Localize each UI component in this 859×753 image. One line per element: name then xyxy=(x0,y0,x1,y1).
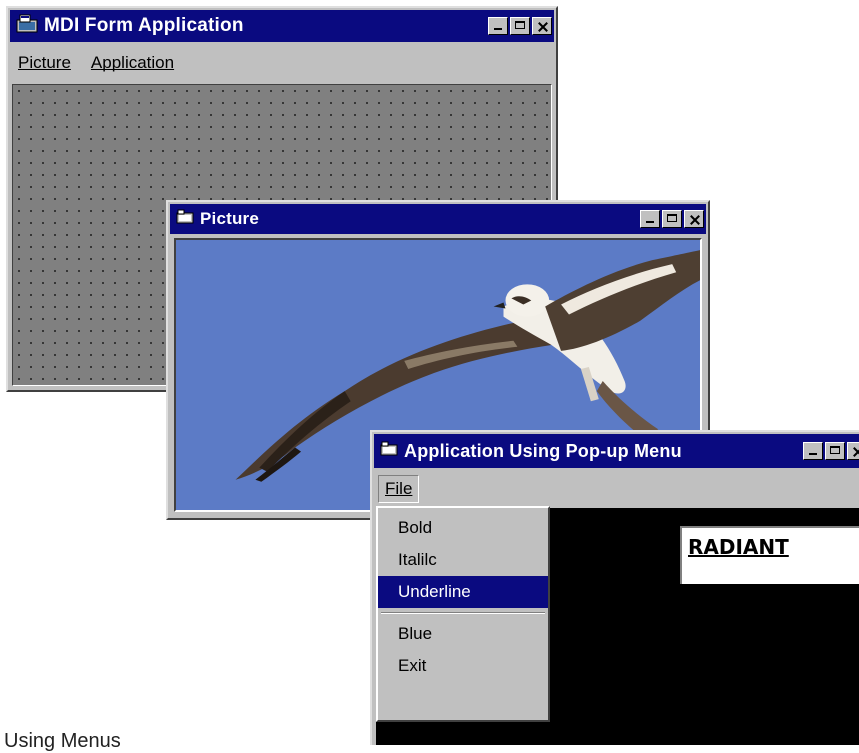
popup-app-title-bar[interactable]: Application Using Pop-up Menu xyxy=(374,434,859,468)
minimize-icon[interactable] xyxy=(488,17,508,35)
menu-file-label: File xyxy=(385,479,413,498)
menu-picture-label: Picture xyxy=(18,53,71,72)
close-icon[interactable] xyxy=(684,210,704,228)
mdi-window-controls xyxy=(486,10,552,42)
close-icon[interactable] xyxy=(847,442,859,460)
picture-title: Picture xyxy=(200,209,260,228)
menu-separator xyxy=(381,612,545,614)
radiant-text: RADIANT xyxy=(688,535,789,559)
mdi-title-bar[interactable]: MDI Form Application xyxy=(10,10,554,42)
popup-app-menu-bar: File xyxy=(374,472,859,506)
menu-item-exit[interactable]: Exit xyxy=(378,650,548,682)
maximize-icon[interactable] xyxy=(825,442,845,460)
minimize-icon[interactable] xyxy=(803,442,823,460)
caption-text: Using Menus xyxy=(4,730,121,752)
mdi-title: MDI Form Application xyxy=(44,15,244,36)
menu-item-underline[interactable]: Underline xyxy=(378,576,548,608)
menu-picture[interactable]: Picture xyxy=(10,51,79,75)
popup-app-title: Application Using Pop-up Menu xyxy=(404,440,682,461)
menu-item-blue-label: Blue xyxy=(398,624,433,643)
popup-app-window-controls xyxy=(801,434,859,468)
file-popup-menu: Bold Italilc Underline Blue Exit xyxy=(376,506,550,722)
menu-item-exit-label: Exit xyxy=(398,656,427,675)
menu-item-bold-label: Bold xyxy=(398,518,433,537)
child-window-icon xyxy=(380,441,398,462)
mdi-menu-bar: Picture Application xyxy=(10,46,554,80)
close-icon[interactable] xyxy=(532,17,552,35)
menu-application[interactable]: Application xyxy=(79,51,182,75)
picture-window-controls xyxy=(638,204,704,234)
menu-item-bold[interactable]: Bold xyxy=(378,512,548,544)
maximize-icon[interactable] xyxy=(510,17,530,35)
radiant-label-box: RADIANT xyxy=(680,526,859,584)
app-icon xyxy=(16,14,38,39)
menu-file[interactable]: File xyxy=(378,475,420,503)
menu-item-underline-label: Underline xyxy=(398,582,471,601)
menu-item-blue[interactable]: Blue xyxy=(378,618,548,650)
menu-item-italic-label: Italilc xyxy=(398,550,437,569)
picture-title-bar[interactable]: Picture xyxy=(170,204,706,234)
menu-application-label: Application xyxy=(90,53,175,72)
menu-item-italic[interactable]: Italilc xyxy=(378,544,548,576)
minimize-icon[interactable] xyxy=(640,210,660,228)
maximize-icon[interactable] xyxy=(662,210,682,228)
child-window-icon xyxy=(176,209,194,230)
